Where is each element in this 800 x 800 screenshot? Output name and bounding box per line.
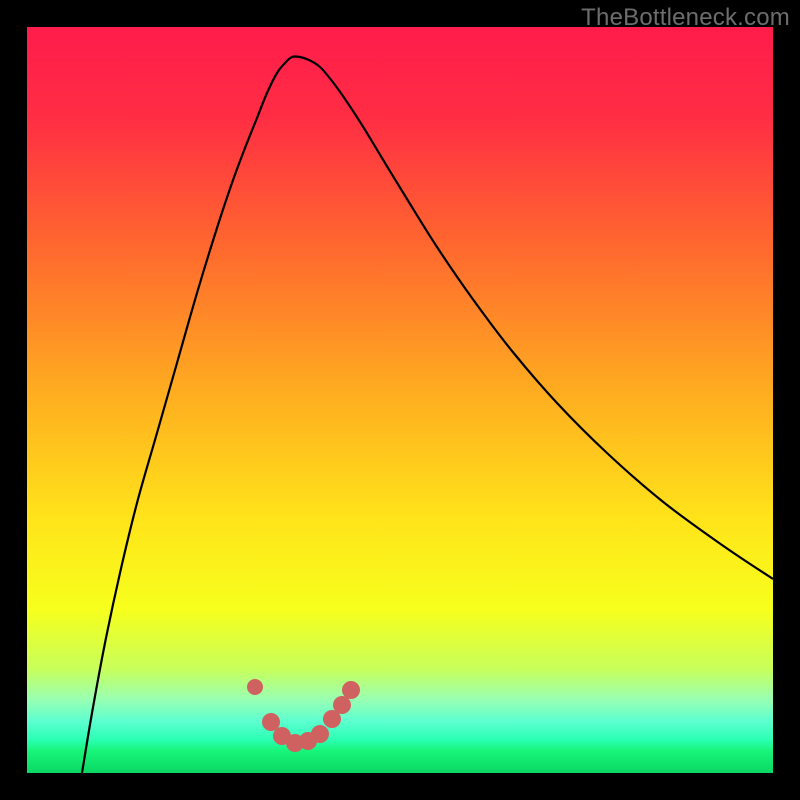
bead-valley-right: [311, 725, 329, 743]
chart-frame: [27, 27, 773, 773]
curve-path: [82, 56, 773, 773]
bead-valley-left: [262, 713, 280, 731]
bead-right-rise2: [333, 696, 351, 714]
bottleneck-curve: [27, 27, 773, 773]
watermark-text: TheBottleneck.com: [581, 4, 790, 32]
bead-right-rise3: [342, 681, 360, 699]
highlight-beads: [247, 679, 360, 752]
bead-left-approach: [247, 679, 263, 695]
